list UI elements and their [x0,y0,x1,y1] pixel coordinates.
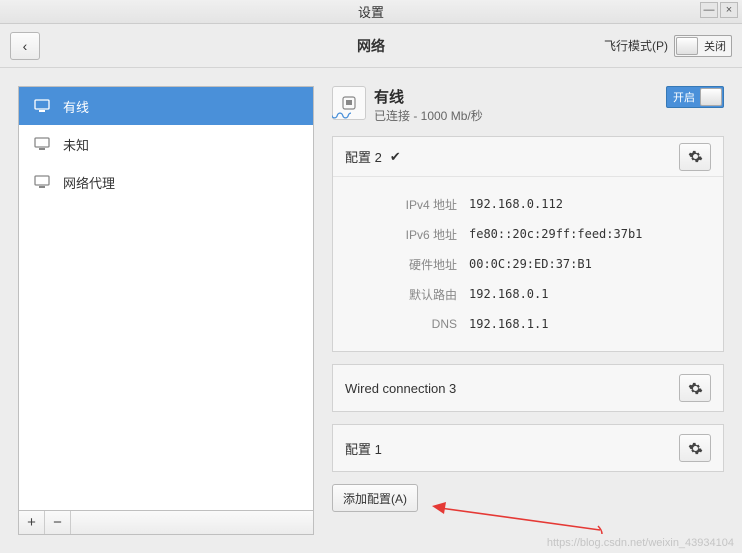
switch-knob [700,88,722,106]
profile-1-settings-button[interactable] [679,434,711,462]
titlebar: 设置 — × [0,0,742,24]
back-button[interactable]: ‹ [10,32,40,60]
window-title: 设置 [358,2,384,21]
connection-header: 〰 有线 已连接 - 1000 Mb/秒 开启 [332,86,724,124]
chevron-left-icon: ‹ [23,38,28,54]
detail-row: 默认路由192.168.0.1 [349,279,707,309]
connection-switch[interactable]: 开启 [666,86,724,108]
connection-list: 有线 未知 网络代理 [18,86,314,511]
sidebar: 有线 未知 网络代理 + − [18,86,314,535]
minimize-button[interactable]: — [700,2,718,18]
monitor-icon [33,137,51,151]
main-panel: 〰 有线 已连接 - 1000 Mb/秒 开启 配置 2 ✔ [332,86,724,535]
detail-row: IPv6 地址fe80::20c:29ff:feed:37b1 [349,219,707,249]
detail-row: DNS192.168.1.1 [349,309,707,339]
add-profile-button[interactable]: 添加配置(A) [332,484,418,512]
profile-2-panel: 配置 2 ✔ IPv4 地址192.168.0.112 IPv6 地址fe80:… [332,136,724,352]
switch-off-label: 关闭 [704,38,726,54]
sidebar-item-label: 网络代理 [63,173,115,192]
connection-title: 有线 [374,86,483,107]
airplane-mode: 飞行模式(P) 关闭 [604,35,732,57]
sidebar-item-unknown[interactable]: 未知 [19,125,313,163]
content: 有线 未知 网络代理 + − 〰 [0,68,742,553]
airplane-switch[interactable]: 关闭 [674,35,732,57]
switch-on-label: 开启 [673,89,695,105]
detail-row: 硬件地址00:0C:29:ED:37:B1 [349,249,707,279]
profile-2-details: IPv4 地址192.168.0.112 IPv6 地址fe80::20c:29… [333,177,723,351]
sidebar-item-label: 未知 [63,135,89,154]
wired-3-panel[interactable]: Wired connection 3 [332,364,724,412]
sidebar-item-label: 有线 [63,97,89,116]
profile-1-panel[interactable]: 配置 1 [332,424,724,472]
close-button[interactable]: × [720,2,738,18]
check-icon: ✔ [390,149,401,165]
profile-name: 配置 2 [345,147,382,166]
watermark: https://blog.csdn.net/weixin_43934104 [547,537,734,549]
add-connection-button[interactable]: + [19,511,45,534]
add-profile-row: 添加配置(A) [332,484,724,512]
monitor-icon [33,175,51,189]
detail-row: IPv4 地址192.168.0.112 [349,189,707,219]
airplane-label: 飞行模式(P) [604,37,668,54]
profile-2-header[interactable]: 配置 2 ✔ [333,137,723,177]
page-title: 网络 [357,36,385,56]
profile-name: Wired connection 3 [345,381,456,396]
toolbar: ‹ 网络 飞行模式(P) 关闭 [0,24,742,68]
remove-connection-button[interactable]: − [45,511,71,534]
sidebar-item-proxy[interactable]: 网络代理 [19,163,313,201]
wired-3-settings-button[interactable] [679,374,711,402]
switch-knob [676,37,698,55]
profile-2-settings-button[interactable] [679,143,711,171]
monitor-icon [33,99,51,113]
ethernet-icon: 〰 [332,86,366,120]
connection-status: 已连接 - 1000 Mb/秒 [374,107,483,124]
list-toolbar: + − [18,511,314,535]
profile-name: 配置 1 [345,439,382,458]
sidebar-item-wired[interactable]: 有线 [19,87,313,125]
